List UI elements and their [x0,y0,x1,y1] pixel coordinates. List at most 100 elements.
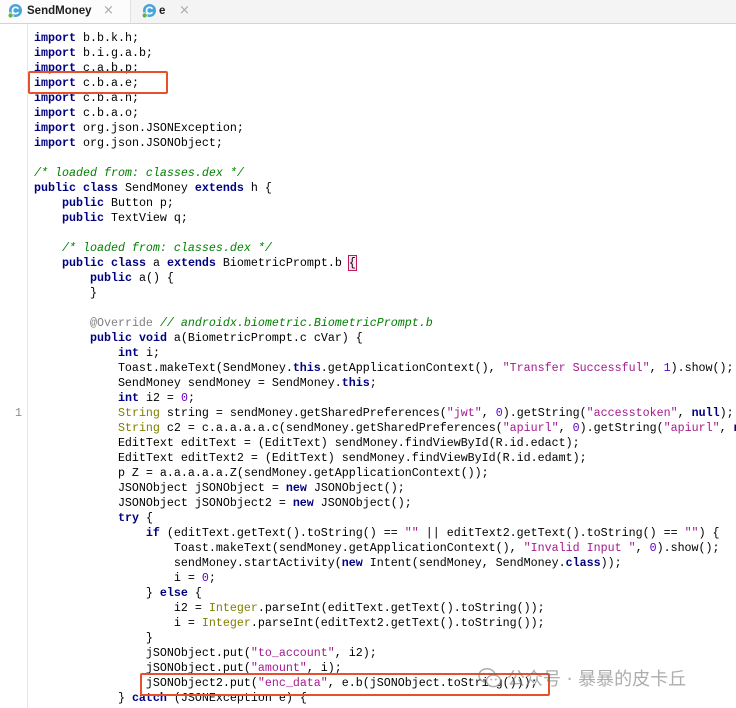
code-line[interactable]: Toast.makeText(SendMoney.this.getApplica… [34,361,736,376]
code-text: JSONObject(); [306,480,405,495]
code-line[interactable]: jSONObject.put("to_account", i2); [34,646,736,661]
code-line[interactable]: import c.a.b.p; [34,61,736,76]
code-text: b.i.g.a.b; [75,45,153,60]
tab-label: SendMoney [27,5,92,17]
code-line[interactable]: String c2 = c.a.a.a.a.c(sendMoney.getSha… [34,421,736,436]
code-line[interactable] [34,226,736,241]
code-line[interactable]: public void a(BiometricPrompt.c cVar) { [34,331,736,346]
line-number [0,676,27,691]
code-text: } [34,585,160,600]
code-text: org.json.JSONException; [75,120,244,135]
code-text: JSONObject jSONObject2 = [34,495,293,510]
code-line[interactable]: public class a extends BiometricPrompt.b… [34,254,736,271]
code-text: (editText.getText().toString() == [159,525,405,540]
code-line[interactable]: i = 0; [34,571,736,586]
keyword: extends [166,255,216,270]
code-line[interactable]: @Override // androidx.biometric.Biometri… [34,316,736,331]
code-text: c.b.a.e; [75,75,139,90]
number-literal: 0 [201,570,209,585]
code-text: , i); [306,660,342,675]
code-text: ).show(); [670,360,734,375]
code-text: i2 = [34,600,209,615]
code-line[interactable]: int i; [34,346,736,361]
code-line[interactable]: jSONObject.put("amount", i); [34,661,736,676]
code-line[interactable]: import org.json.JSONException; [34,121,736,136]
code-line[interactable]: Toast.makeText(sendMoney.getApplicationC… [34,541,736,556]
code-line[interactable]: public a() { [34,271,736,286]
code-line[interactable]: import org.json.JSONObject; [34,136,736,151]
keyword: public [61,255,104,270]
code-line[interactable] [34,301,736,316]
code-line[interactable]: import b.b.k.h; [34,31,736,46]
code-line[interactable] [34,151,736,166]
keyword: import [34,75,76,90]
code-line[interactable]: i = Integer.parseInt(editText2.getText()… [34,616,736,631]
string-literal: "Invalid Input " [523,540,636,555]
code-line[interactable]: public class SendMoney extends h { [34,181,736,196]
code-line[interactable]: try { [34,511,736,526]
code-line[interactable]: public Button p; [34,196,736,211]
code-line[interactable]: } else { [34,586,736,601]
code-line[interactable]: p Z = a.a.a.a.a.Z(sendMoney.getApplicati… [34,466,736,481]
code-line[interactable]: public TextView q; [34,211,736,226]
editor-tab-e[interactable]: e × [134,0,198,23]
line-number: 1 [15,405,22,420]
code-line[interactable]: int i2 = 0; [34,391,736,406]
code-text: c.b.a.o; [75,105,139,120]
close-icon[interactable]: × [103,3,114,18]
code-line[interactable]: EditText editText2 = (EditText) sendMone… [34,451,736,466]
code-line[interactable]: /* loaded from: classes.dex */ [34,166,736,181]
code-line[interactable]: sendMoney.startActivity(new Intent(sendM… [34,556,736,571]
code-line[interactable]: import c.b.a.n; [34,91,736,106]
line-number [0,526,27,541]
code-text: ).show(); [656,540,720,555]
code-line[interactable]: jSONObject2.put("enc_data", e.b(jSONObje… [34,676,736,691]
code-text: || editText2.getText().toString() == [418,525,685,540]
code-line[interactable]: EditText editText = (EditText) sendMoney… [34,436,736,451]
line-number [0,646,27,661]
class-icon [7,3,23,19]
code-text: { [187,585,202,600]
close-icon[interactable]: × [179,3,190,18]
code-line[interactable]: } catch (JSONException e) { [34,691,736,706]
code-line[interactable]: } [34,631,736,646]
line-number [0,286,27,301]
code-line[interactable]: if (editText.getText().toString() == "" … [34,526,736,541]
code-line[interactable]: JSONObject jSONObject2 = new JSONObject(… [34,496,736,511]
code-text: , i2); [334,645,377,660]
code-text: SendMoney sendMoney = SendMoney. [34,375,342,390]
code-area[interactable]: import b.b.k.h; import b.i.g.a.b; import c… [28,24,736,708]
code-line[interactable]: String string = sendMoney.getSharedPrefe… [34,406,736,421]
comment: // androidx.biometric.BiometricPrompt.b [159,315,433,330]
number-literal: 0 [180,390,188,405]
code-text: c.b.a.n; [75,90,139,105]
keyword: import [34,45,76,60]
code-line[interactable]: import c.b.a.o; [34,106,736,121]
code-line[interactable]: } [34,286,736,301]
code-text: , [719,420,734,435]
line-number [0,376,27,391]
line-number [0,616,27,631]
keyword: import [34,120,76,135]
keyword: catch [131,690,167,705]
code-line[interactable]: SendMoney sendMoney = SendMoney.this; [34,376,736,391]
code-text: } [34,690,132,705]
code-text: , e.b(jSONObject.toString())); [327,675,538,690]
keyword: public [89,330,132,345]
number-literal: 0 [572,420,580,435]
code-line[interactable]: /* loaded from: classes.dex */ [34,241,736,256]
code-text: ).getString( [579,420,664,435]
code-text: (JSONException e) { [166,690,307,705]
code-line[interactable]: i2 = Integer.parseInt(editText.getText()… [34,601,736,616]
editor-tab-sendmoney[interactable]: SendMoney × [0,0,131,23]
matched-brace: { [347,254,357,271]
code-line[interactable]: JSONObject jSONObject = new JSONObject()… [34,481,736,496]
code-text: ); [719,405,734,420]
code-line[interactable]: import c.b.a.e; [34,76,736,91]
code-line[interactable]: import b.i.g.a.b; [34,46,736,61]
line-number [0,631,27,646]
